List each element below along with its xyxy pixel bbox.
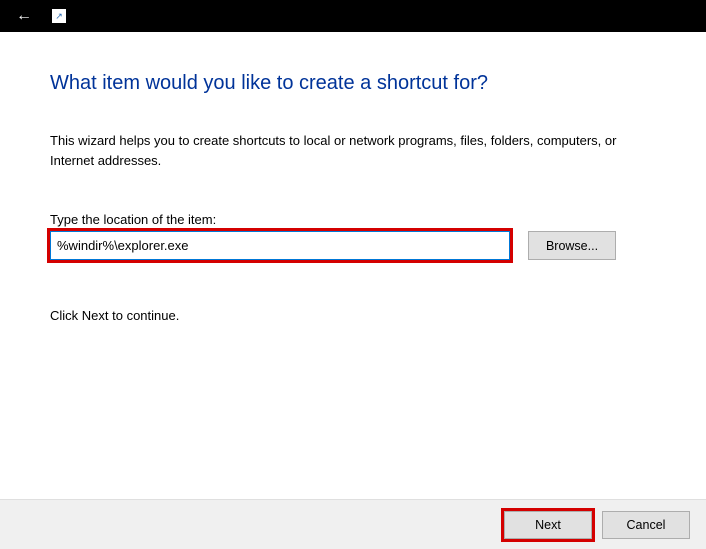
continue-instruction: Click Next to continue. xyxy=(50,308,656,323)
location-input[interactable] xyxy=(50,231,510,260)
cancel-button[interactable]: Cancel xyxy=(602,511,690,539)
shortcut-wizard-icon: ↗ xyxy=(52,9,66,23)
back-arrow-icon[interactable]: ← xyxy=(10,7,38,25)
wizard-description: This wizard helps you to create shortcut… xyxy=(50,131,656,170)
browse-button[interactable]: Browse... xyxy=(528,231,616,260)
wizard-heading: What item would you like to create a sho… xyxy=(50,72,656,95)
wizard-footer: Next Cancel xyxy=(0,499,706,549)
wizard-content: What item would you like to create a sho… xyxy=(0,32,706,323)
next-button[interactable]: Next xyxy=(504,511,592,539)
titlebar: ← ↗ xyxy=(0,0,706,32)
location-row: Browse... xyxy=(50,231,656,260)
location-label: Type the location of the item: xyxy=(50,212,656,227)
